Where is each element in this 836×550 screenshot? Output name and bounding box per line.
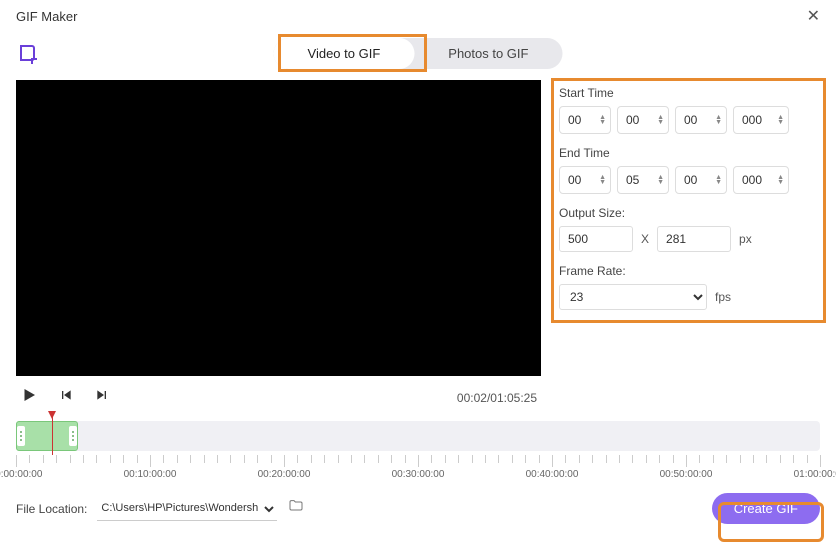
create-gif-button[interactable]: Create GIF bbox=[712, 493, 820, 524]
spinner-icon[interactable]: ▲▼ bbox=[599, 175, 606, 185]
value: 00 bbox=[684, 113, 697, 127]
ruler-mark: 00:30:00:00 bbox=[392, 469, 445, 480]
output-size-row: X px bbox=[559, 226, 820, 252]
title-bar: GIF Maker ✕ bbox=[0, 0, 836, 32]
playback-time: 00:02/01:05:25 bbox=[457, 391, 537, 405]
footer: File Location: C:\Users\HP\Pictures\Wond… bbox=[0, 483, 836, 534]
end-time-label: End Time bbox=[559, 146, 820, 160]
fps-unit: fps bbox=[715, 290, 731, 304]
spinner-icon[interactable]: ▲▼ bbox=[657, 115, 664, 125]
play-icon[interactable] bbox=[20, 386, 38, 409]
width-field[interactable] bbox=[559, 226, 633, 252]
value: 00 bbox=[626, 113, 639, 127]
left-column: 00:02/01:05:25 bbox=[16, 80, 541, 419]
value: 000 bbox=[742, 113, 762, 127]
file-location-select[interactable]: C:\Users\HP\Pictures\Wondersh bbox=[97, 497, 277, 521]
separator: X bbox=[641, 232, 649, 246]
spinner-icon[interactable]: ▲▼ bbox=[715, 175, 722, 185]
ruler-mark: 00:20:00:00 bbox=[258, 469, 311, 480]
spinner-icon[interactable]: ▲▼ bbox=[777, 115, 784, 125]
close-icon[interactable]: ✕ bbox=[807, 6, 820, 26]
video-preview[interactable] bbox=[16, 80, 541, 376]
ruler-mark: 00:40:00:00 bbox=[526, 469, 579, 480]
spinner-icon[interactable]: ▲▼ bbox=[599, 115, 606, 125]
ruler-mark: 00:10:00:00 bbox=[124, 469, 177, 480]
ruler-mark: 01:00:00:00 bbox=[794, 469, 836, 480]
next-frame-icon[interactable] bbox=[94, 387, 110, 408]
timeline: 00:00:00:00 00:10:00:00 00:20:00:00 00:30:0… bbox=[0, 421, 836, 483]
playback-controls: 00:02/01:05:25 bbox=[16, 376, 541, 419]
tab-photos-to-gif[interactable]: Photos to GIF bbox=[414, 38, 562, 69]
px-unit: px bbox=[739, 232, 752, 246]
start-ms-stepper[interactable]: 000 ▲▼ bbox=[733, 106, 789, 134]
output-size-label: Output Size: bbox=[559, 206, 820, 220]
app-icon bbox=[16, 42, 40, 66]
prev-frame-icon[interactable] bbox=[58, 387, 74, 408]
start-time-label: Start Time bbox=[559, 86, 820, 100]
frame-rate-row: 23 fps bbox=[559, 284, 820, 310]
mode-tabs: Video to GIF Photos to GIF bbox=[274, 38, 563, 69]
top-row: Video to GIF Photos to GIF bbox=[0, 32, 836, 80]
value: 00 bbox=[684, 173, 697, 187]
playhead[interactable] bbox=[52, 417, 53, 455]
clip-handle-right[interactable] bbox=[69, 426, 77, 446]
clip-handle-left[interactable] bbox=[17, 426, 25, 446]
spinner-icon[interactable]: ▲▼ bbox=[715, 115, 722, 125]
start-minutes-stepper[interactable]: 00 ▲▼ bbox=[617, 106, 669, 134]
main-area: 00:02/01:05:25 Start Time 00 ▲▼ 00 ▲▼ 00 ▲▼… bbox=[0, 80, 836, 419]
spinner-icon[interactable]: ▲▼ bbox=[657, 175, 664, 185]
file-location-label: File Location: bbox=[16, 502, 87, 516]
value: 05 bbox=[626, 173, 639, 187]
frame-rate-select[interactable]: 23 bbox=[559, 284, 707, 310]
value: 00 bbox=[568, 113, 581, 127]
ruler-mark: 00:50:00:00 bbox=[660, 469, 713, 480]
start-seconds-stepper[interactable]: 00 ▲▼ bbox=[675, 106, 727, 134]
end-seconds-stepper[interactable]: 00 ▲▼ bbox=[675, 166, 727, 194]
spinner-icon[interactable]: ▲▼ bbox=[777, 175, 784, 185]
value: 00 bbox=[568, 173, 581, 187]
value: 000 bbox=[742, 173, 762, 187]
end-ms-stepper[interactable]: 000 ▲▼ bbox=[733, 166, 789, 194]
end-minutes-stepper[interactable]: 05 ▲▼ bbox=[617, 166, 669, 194]
settings-panel: Start Time 00 ▲▼ 00 ▲▼ 00 ▲▼ 000 ▲▼ End Time… bbox=[559, 80, 820, 419]
folder-icon[interactable] bbox=[287, 498, 305, 519]
start-time-row: 00 ▲▼ 00 ▲▼ 00 ▲▼ 000 ▲▼ bbox=[559, 106, 820, 134]
frame-rate-label: Frame Rate: bbox=[559, 264, 820, 278]
tab-video-to-gif[interactable]: Video to GIF bbox=[274, 38, 415, 69]
ruler-mark: 00:00:00:00 bbox=[0, 469, 42, 480]
end-time-row: 00 ▲▼ 05 ▲▼ 00 ▲▼ 000 ▲▼ bbox=[559, 166, 820, 194]
height-field[interactable] bbox=[657, 226, 731, 252]
window-title: GIF Maker bbox=[16, 9, 77, 24]
start-hours-stepper[interactable]: 00 ▲▼ bbox=[559, 106, 611, 134]
clip-track[interactable] bbox=[16, 421, 820, 451]
time-ruler[interactable]: 00:00:00:0000:10:00:0000:20:00:0000:30:0… bbox=[16, 455, 820, 483]
selection-clip[interactable] bbox=[16, 421, 78, 451]
end-hours-stepper[interactable]: 00 ▲▼ bbox=[559, 166, 611, 194]
